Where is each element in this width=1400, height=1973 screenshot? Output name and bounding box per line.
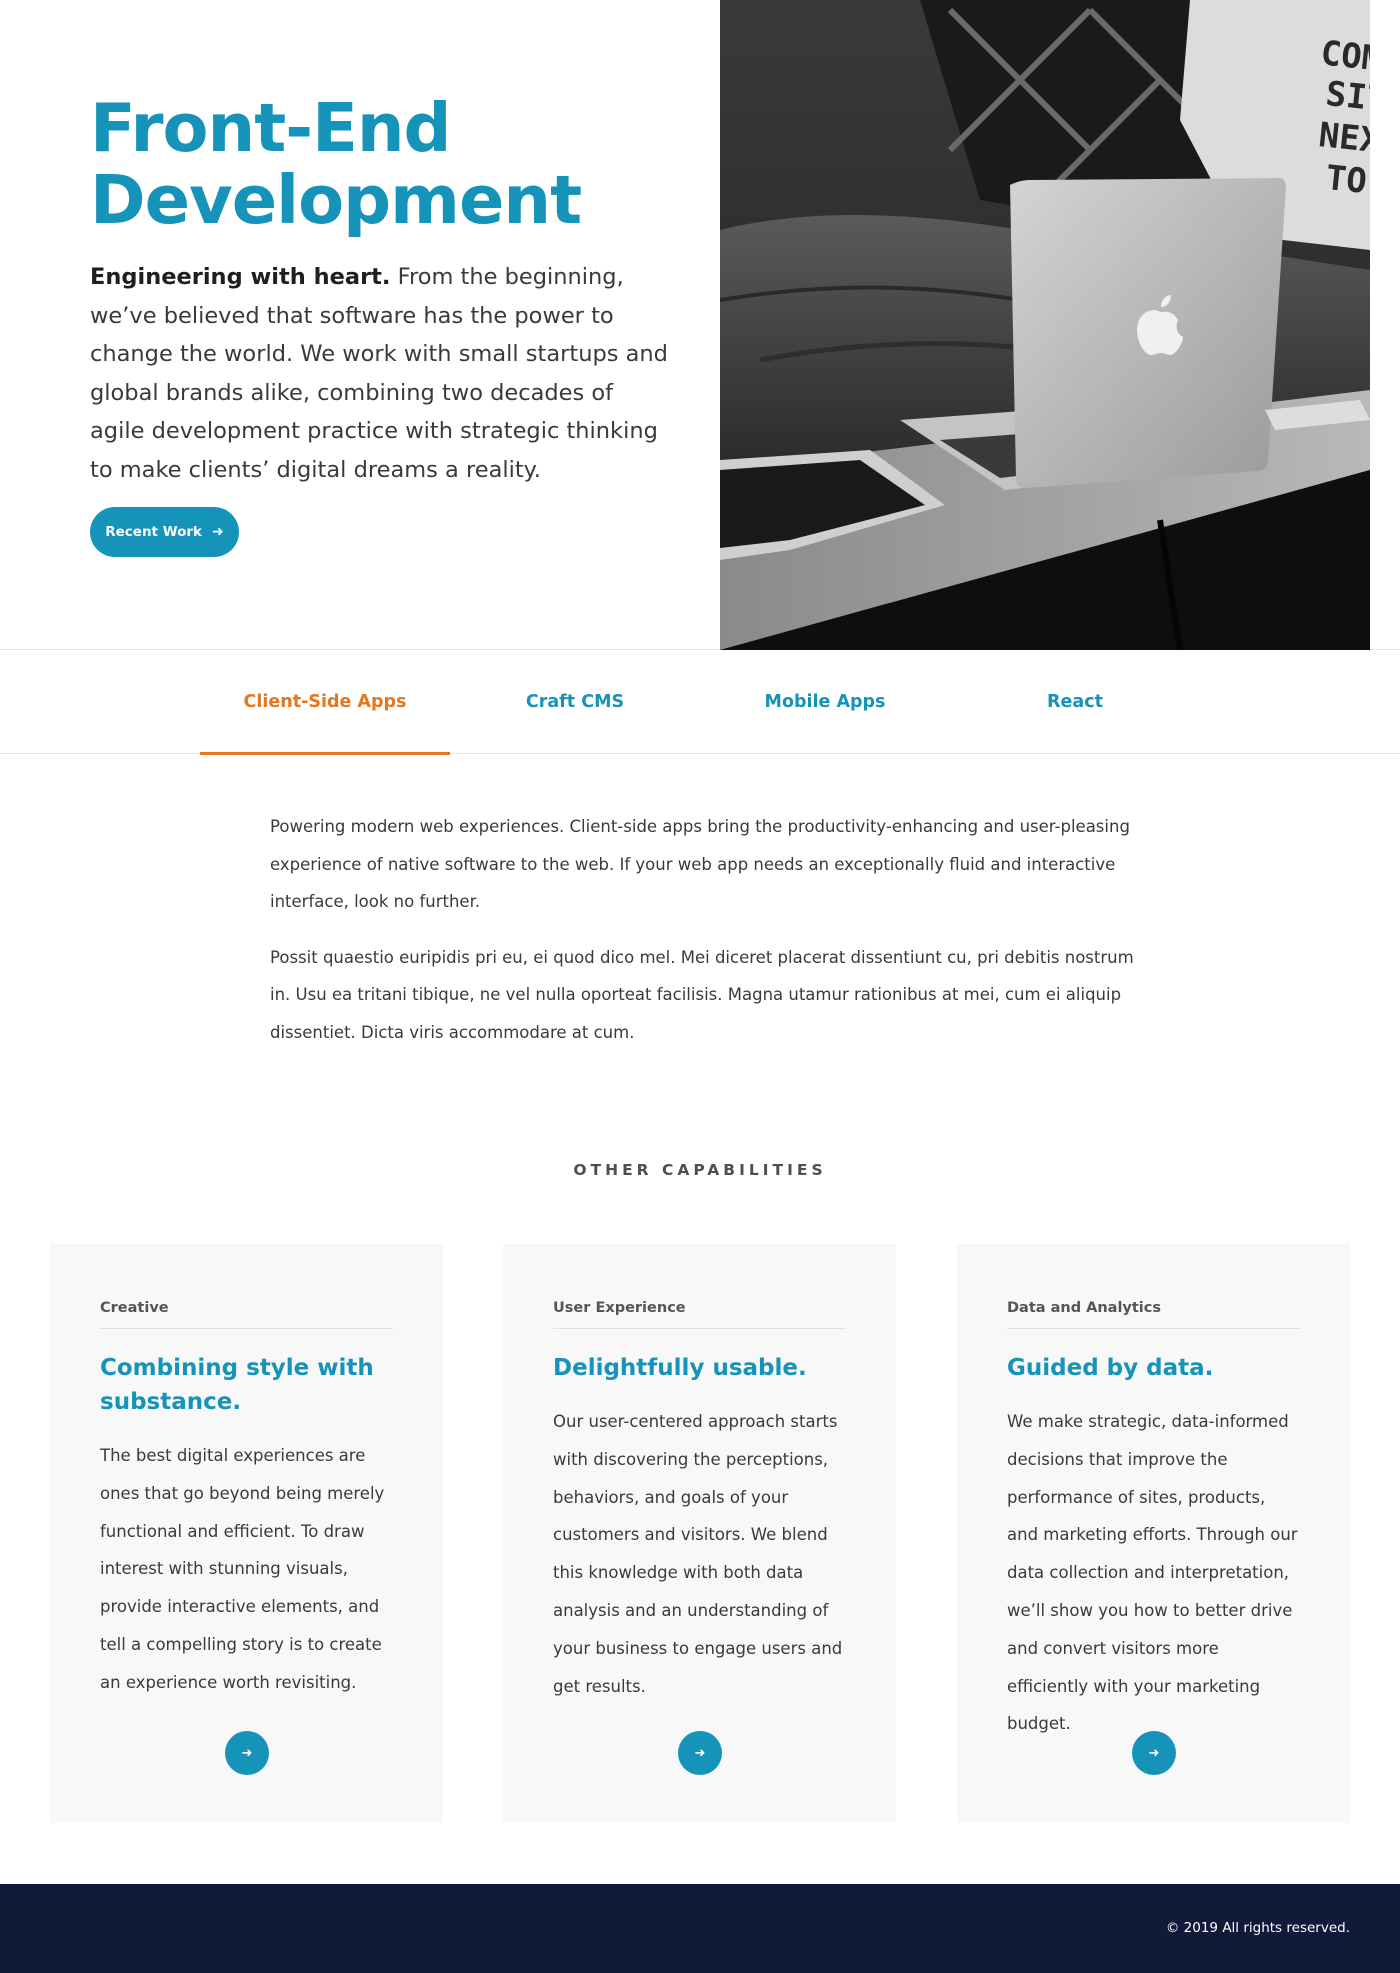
card-arrow-button[interactable]: ➜ <box>678 1731 722 1775</box>
tab-label: React <box>1047 692 1103 712</box>
arrow-right-icon: ➜ <box>241 1745 253 1761</box>
capabilities-heading: OTHER CAPABILITIES <box>573 1161 827 1179</box>
footer: © 2019 All rights reserved. <box>0 1884 1400 1973</box>
page-title: Front-End Development <box>90 92 670 236</box>
capability-card-data-analytics: Data and Analytics Guided by data. We ma… <box>957 1244 1350 1823</box>
hero-lead: Engineering with heart. From the beginni… <box>90 258 670 489</box>
card-title: Delightfully usable. <box>553 1355 807 1381</box>
content-paragraph: Possit quaestio euripidis pri eu, ei quo… <box>270 947 1134 1042</box>
svg-text:SIT: SIT <box>1324 74 1370 120</box>
page-title-line1: Front-End <box>90 89 452 167</box>
card-content: Data and Analytics Guided by data. We ma… <box>1007 1300 1300 1743</box>
tab-mobile-apps[interactable]: Mobile Apps <box>700 650 950 754</box>
recent-work-label: Recent Work <box>105 524 203 540</box>
tab-label: Client-Side Apps <box>243 692 407 712</box>
card-category: User Experience <box>553 1300 846 1329</box>
tab-content: Powering modern web experiences. Client-… <box>270 808 1150 1069</box>
laptop-photo-illustration: COME SIT NEXT TO M <box>720 0 1370 650</box>
tab-client-side-apps[interactable]: Client-Side Apps <box>200 650 450 755</box>
tab-react[interactable]: React <box>950 650 1200 754</box>
pillow-text: COME SIT NEXT TO M <box>1317 33 1370 206</box>
card-arrow-button[interactable]: ➜ <box>1132 1731 1176 1775</box>
recent-work-button[interactable]: Recent Work ➜ <box>90 507 239 557</box>
card-content: User Experience Delightfully usable. Our… <box>553 1300 846 1705</box>
capability-card-user-experience: User Experience Delightfully usable. Our… <box>503 1244 896 1823</box>
tab-craft-cms[interactable]: Craft CMS <box>450 650 700 754</box>
hero-section: Front-End Development Engineering with h… <box>0 0 1400 650</box>
card-body: Our user-centered approach starts with d… <box>553 1412 843 1696</box>
tab-label: Craft CMS <box>525 692 625 712</box>
card-body: We make strategic, data-informed decisio… <box>1007 1412 1298 1734</box>
card-category: Creative <box>100 1300 393 1329</box>
card-body: The best digital experiences are ones th… <box>100 1446 385 1692</box>
arrow-right-icon: ➜ <box>1148 1745 1160 1761</box>
hero-lead-strong: Engineering with heart. <box>90 264 391 290</box>
card-content: Creative Combining style with substance.… <box>100 1300 393 1702</box>
arrow-right-icon: ➜ <box>212 524 224 540</box>
tab-label: Mobile Apps <box>764 692 886 712</box>
card-title: Guided by data. <box>1007 1355 1214 1381</box>
hero-image: COME SIT NEXT TO M <box>720 0 1370 650</box>
content-paragraph: Powering modern web experiences. Client-… <box>270 817 1130 911</box>
tab-bar: Client-Side Apps Craft CMS Mobile Apps R… <box>0 650 1400 755</box>
page: Front-End Development Engineering with h… <box>0 0 1400 1973</box>
card-arrow-button[interactable]: ➜ <box>225 1731 269 1775</box>
hero-text: Front-End Development Engineering with h… <box>90 92 670 489</box>
hero-lead-body: From the beginning, we’ve believed that … <box>90 264 668 483</box>
capability-card-creative: Creative Combining style with substance.… <box>50 1244 443 1823</box>
arrow-right-icon: ➜ <box>694 1745 706 1761</box>
card-category: Data and Analytics <box>1007 1300 1300 1329</box>
page-title-line2: Development <box>90 161 582 239</box>
copyright-text: © 2019 All rights reserved. <box>1165 1920 1350 1936</box>
card-title: Combining style with substance. <box>100 1355 374 1415</box>
